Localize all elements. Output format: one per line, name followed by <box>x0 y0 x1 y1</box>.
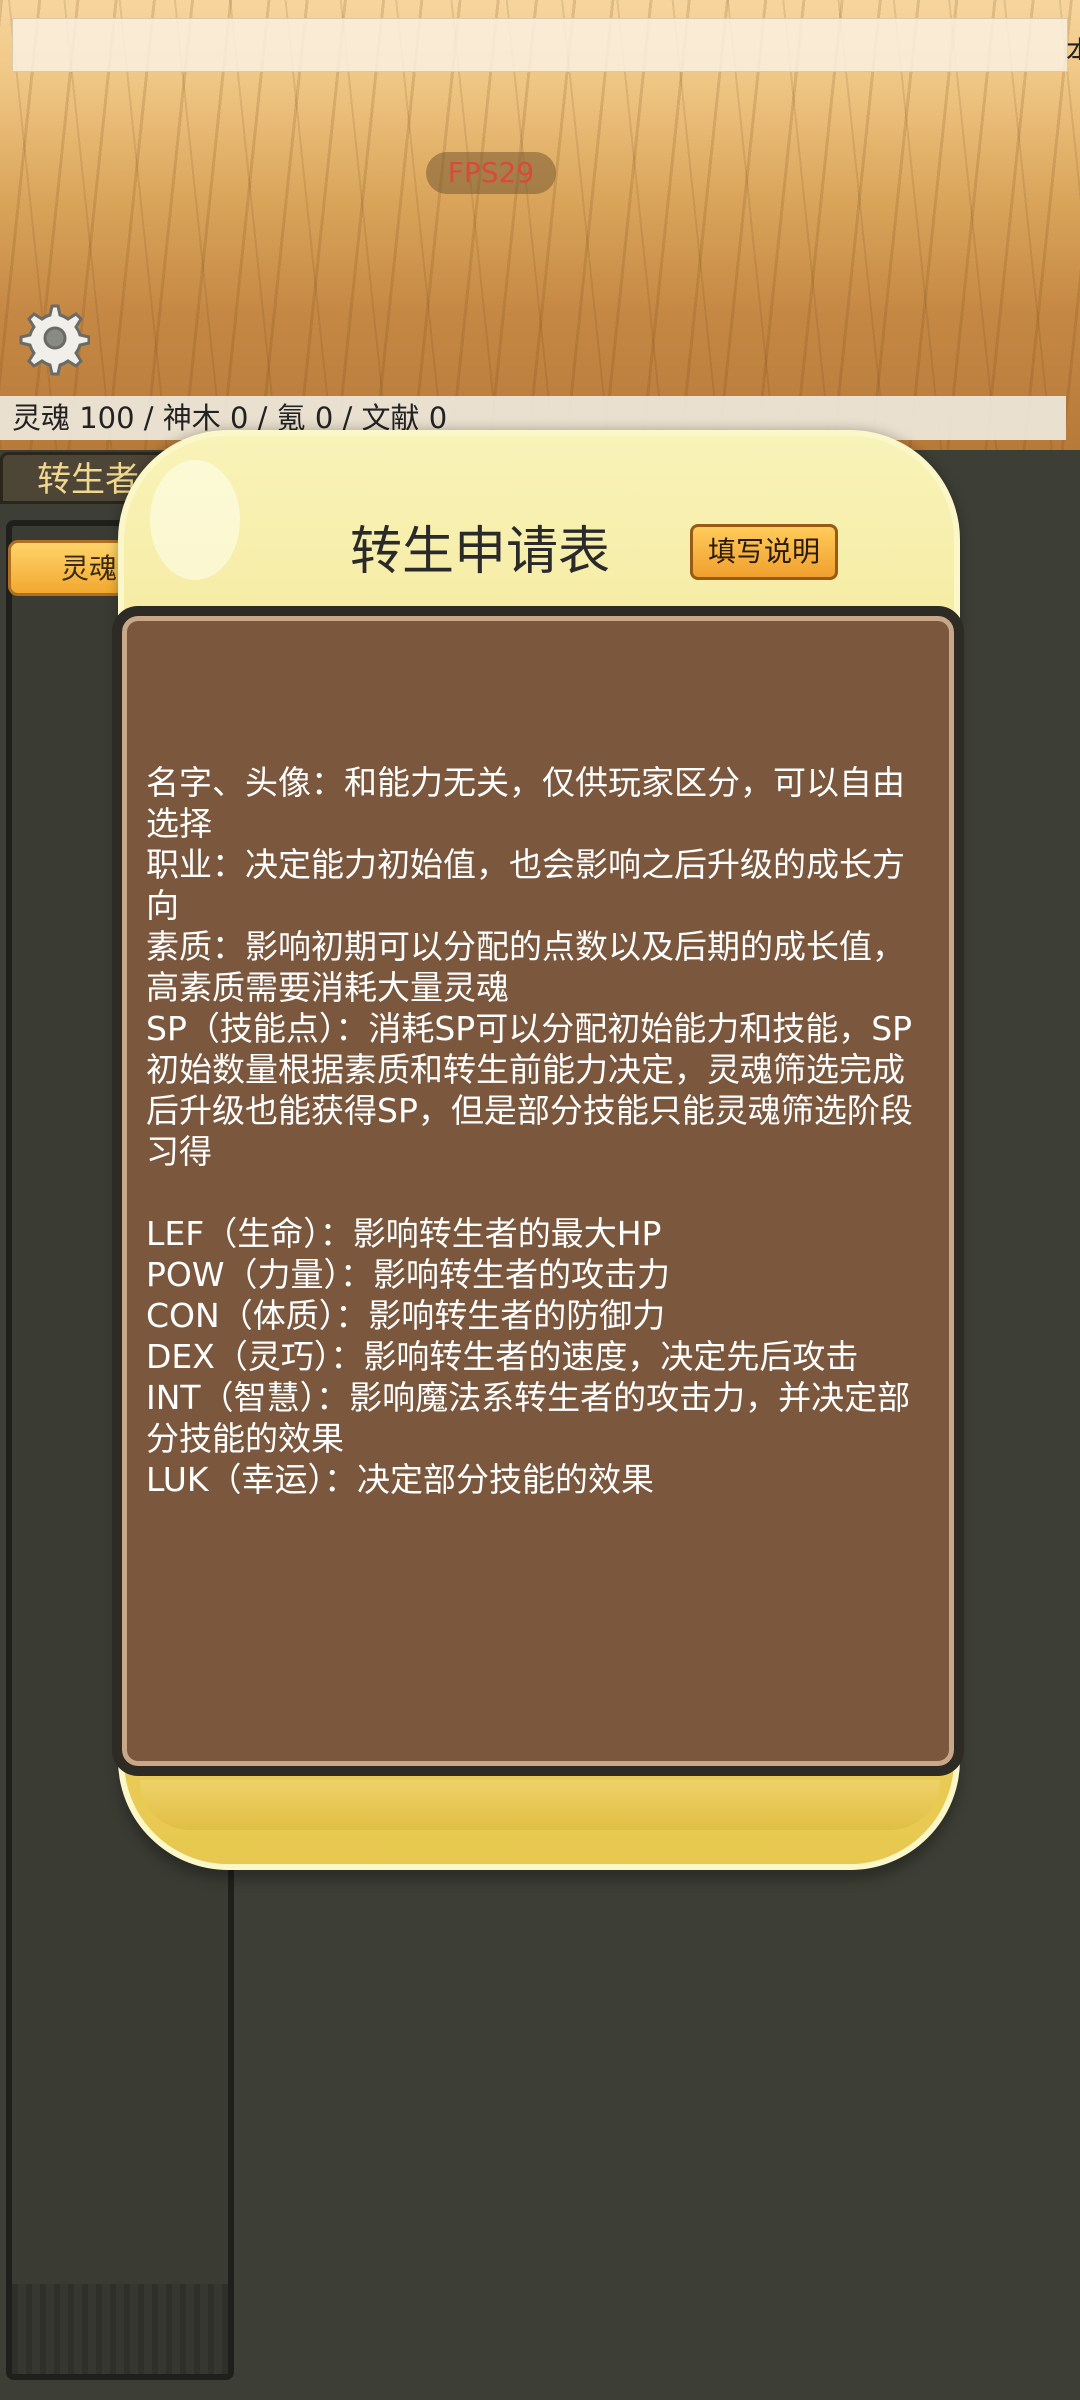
top-input-bar[interactable] <box>12 18 1068 72</box>
fill-instructions-button[interactable]: 填写说明 <box>690 524 838 580</box>
game-screen: { "header": { "edge_text": "本", "fps": "… <box>0 0 1080 2400</box>
gear-icon[interactable] <box>14 300 90 376</box>
top-edge-text: 本 <box>1066 30 1080 60</box>
dialog-title: 转生申请表 <box>349 522 610 582</box>
fps-counter: FPS29 <box>426 152 556 194</box>
modal-gloss <box>150 460 240 580</box>
instructions-text: 名字、头像：和能力无关，仅供玩家区分，可以自由选择 职业：决定能力初始值，也会影… <box>146 763 913 1499</box>
modal-bottom-edge <box>140 1780 940 1830</box>
